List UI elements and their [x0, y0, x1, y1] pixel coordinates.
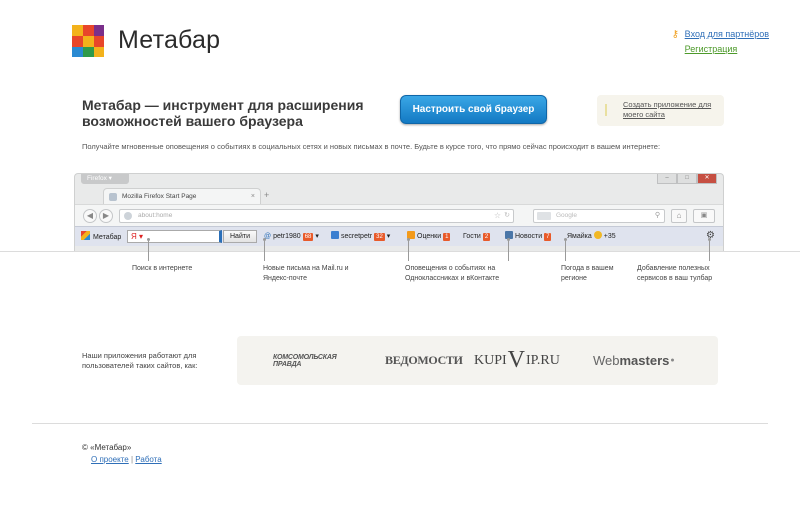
kp-logo[interactable]: КОМСОМОЛЬСКАЯ ПРАВДА — [273, 336, 337, 385]
kupivip-part1: KUPI — [474, 352, 507, 368]
close-icon[interactable]: ✕ — [697, 174, 717, 184]
callout-services: Добавление полезных сервисов в ваш тулба… — [637, 265, 713, 282]
chevron-down-icon: ▾ — [386, 233, 391, 240]
maximize-icon[interactable]: □ — [677, 174, 697, 184]
weather-item[interactable]: Ямайка +35 — [567, 231, 616, 243]
search-engine-icon[interactable] — [537, 212, 551, 220]
browser-mockup: Firefox ▾ – □ ✕ Mozilla Firefox Start Pa… — [74, 173, 724, 251]
ok-guests-label: Гости — [463, 233, 481, 240]
footer-separator: | — [130, 455, 134, 464]
callout-line — [148, 241, 149, 261]
kp-logo-line2: ПРАВДА — [273, 360, 302, 368]
accent-bar — [605, 104, 607, 116]
url-bar[interactable]: about:home ☆ ↻ — [119, 209, 514, 223]
home-icon[interactable]: ⌂ — [671, 209, 687, 223]
ok-ratings-item[interactable]: Оценки 1 — [407, 231, 451, 243]
page-headline: Метабар — инструмент для расширения возм… — [82, 97, 364, 129]
partner-login-link[interactable]: Вход для партнёров — [685, 29, 769, 39]
footer-divider — [32, 423, 768, 424]
mail1-label: petr1980 — [273, 233, 301, 240]
copyright: © «Метабар» — [82, 443, 132, 452]
kupivip-logo[interactable]: KUPI V IP.RU — [474, 336, 560, 385]
callout-search: Поиск в интернете — [132, 265, 193, 272]
callout-line — [508, 241, 509, 261]
metabar-small-logo-icon — [81, 231, 90, 240]
new-tab-icon[interactable]: + — [264, 190, 269, 200]
weather-city: Ямайка — [567, 233, 592, 240]
url-text: about:home — [138, 212, 173, 219]
callout-line — [264, 241, 265, 261]
weather-temp: +35 — [603, 233, 616, 240]
metabar-label: Метабар — [93, 234, 122, 241]
registration-link[interactable]: Регистрация — [685, 44, 769, 54]
tab-close-icon[interactable]: × — [251, 189, 255, 204]
key-icon: ⚷ — [671, 29, 679, 40]
webmasters-logo[interactable]: Web masters ● — [593, 336, 675, 385]
kupivip-part2: IP.RU — [526, 352, 560, 368]
partners-text: Наши приложения работают для пользовател… — [82, 351, 198, 370]
page-icon — [109, 193, 117, 201]
callout-line — [408, 241, 409, 261]
minimize-icon[interactable]: – — [657, 174, 677, 184]
forward-icon[interactable]: ▶ — [99, 209, 113, 223]
partner-logos-panel: КОМСОМОЛЬСКАЯ ПРАВДА ВЕДОМОСТИ KUPI V IP.R… — [237, 336, 718, 385]
browser-search-input[interactable]: Google ⚲ — [533, 209, 665, 223]
reload-icon[interactable]: ↻ — [504, 210, 510, 222]
setup-browser-button[interactable]: Настроить свой браузер — [400, 95, 547, 124]
vk-news-label: Новости — [515, 233, 543, 240]
divider — [0, 251, 800, 252]
callout-line — [565, 241, 566, 261]
kupivip-v: V — [507, 347, 526, 373]
metabar-logo-icon[interactable] — [72, 25, 104, 57]
ok-guests-count: 2 — [482, 233, 491, 241]
chevron-down-icon: ▾ — [315, 233, 319, 240]
mail2-label: secretpetr — [341, 233, 373, 240]
mail2-count: 32 — [374, 233, 385, 241]
lead-text: Получайте мгновенные оповещения о событи… — [82, 142, 661, 151]
window-controls: – □ ✕ — [657, 174, 717, 184]
callout-line — [709, 241, 710, 261]
ok-ratings-count: 1 — [443, 233, 451, 241]
partner-links: ⚷ Вход для партнёров Регистрация — [672, 29, 769, 54]
create-app-label: Создать приложение для моего сайта — [623, 100, 712, 119]
kp-logo-line1: КОМСОМОЛЬСКАЯ — [273, 353, 337, 361]
logo-text: Метабар — [118, 26, 221, 54]
bookmarks-icon[interactable]: ▣ — [693, 209, 715, 223]
mail-item-2[interactable]: secretpetr 32 ▾ — [331, 231, 390, 243]
create-app-link[interactable]: Создать приложение для моего сайта — [597, 95, 724, 126]
footer-links: О проекте | Работа — [91, 455, 162, 464]
mail1-count: 68 — [302, 233, 314, 241]
find-button[interactable]: Найти — [223, 230, 257, 243]
vedomosti-logo[interactable]: ВЕДОМОСТИ — [385, 336, 463, 385]
callout-weather: Погода в вашем регионе — [561, 265, 614, 282]
webmasters-badge-icon: ● — [670, 357, 675, 364]
sun-icon — [593, 231, 602, 239]
search-icon[interactable]: ⚲ — [655, 210, 660, 222]
metabar-menu[interactable]: Метабар — [81, 231, 121, 243]
ok-guests-item[interactable]: Гости 2 — [463, 231, 491, 243]
callout-social: Оповещения о событиях на Одноклассниках … — [405, 265, 500, 282]
tab-title: Mozilla Firefox Start Page — [122, 193, 197, 200]
mail-item-1[interactable]: @ petr1980 68 ▾ — [264, 231, 319, 243]
globe-icon — [124, 212, 132, 220]
mail-envelope-icon — [331, 231, 339, 239]
about-link[interactable]: О проекте — [91, 455, 129, 464]
webmasters-part2: masters — [619, 353, 670, 368]
vk-news-count: 7 — [544, 233, 552, 241]
back-icon[interactable]: ◀ — [83, 209, 97, 223]
metabar-toolbar: Метабар Я ▾ Найти @ petr1980 68 ▾ secretp… — [75, 226, 723, 246]
callout-mail: Новые письма на Mail.ru и Яндекс-почте — [263, 265, 349, 282]
webmasters-part1: Web — [593, 353, 620, 368]
yandex-search-input[interactable]: Я ▾ — [127, 230, 222, 243]
jobs-link[interactable]: Работа — [135, 455, 161, 464]
vk-news-item[interactable]: Новости 7 — [505, 231, 552, 243]
navigation-bar: ◀ ▶ about:home ☆ ↻ Google ⚲ ⌂ ▣ — [75, 204, 723, 226]
firefox-menu-button[interactable]: Firefox ▾ — [81, 174, 129, 184]
search-placeholder: Google — [556, 212, 577, 219]
browser-tab[interactable]: Mozilla Firefox Start Page × — [103, 188, 261, 204]
star-icon[interactable]: ☆ — [494, 210, 501, 222]
ok-ratings-label: Оценки — [417, 233, 442, 240]
